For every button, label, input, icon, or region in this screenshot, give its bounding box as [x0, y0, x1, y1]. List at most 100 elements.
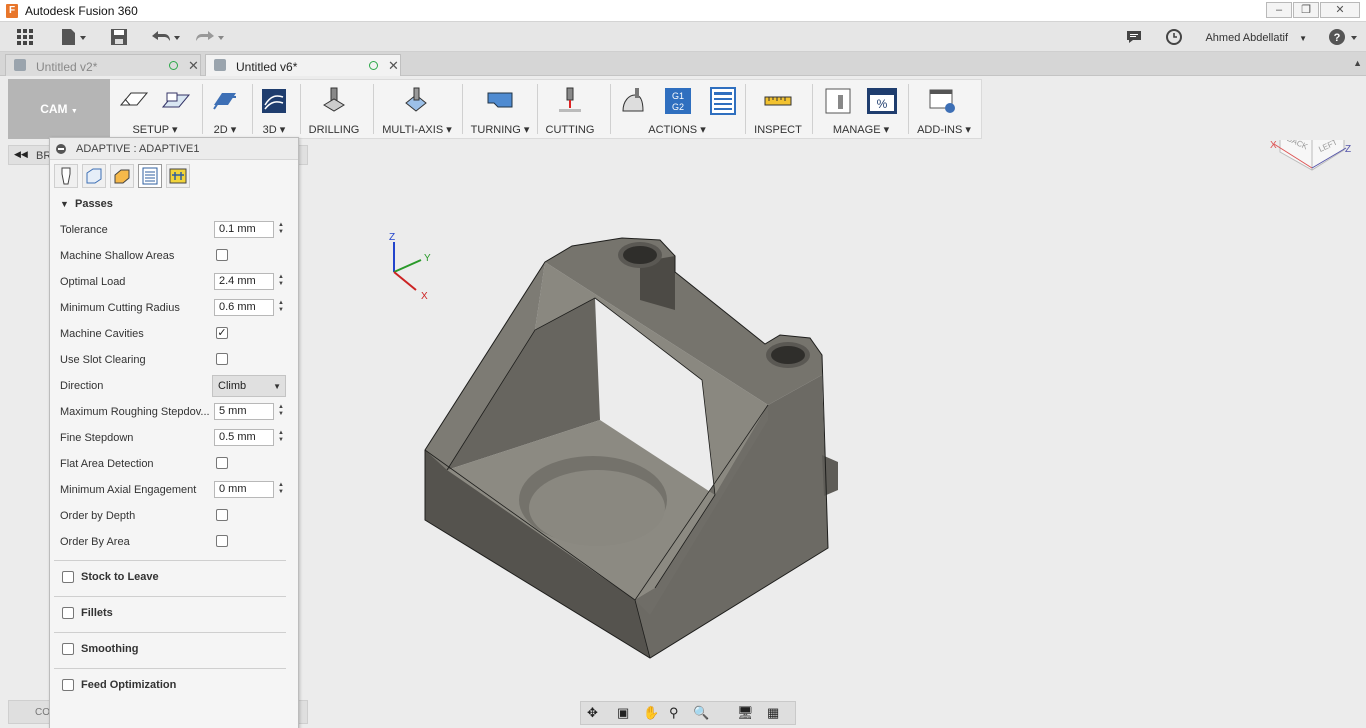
help-icon[interactable]: ?: [1328, 28, 1362, 46]
max-roughing-stepdown-label: Maximum Roughing Stepdov...: [60, 406, 210, 418]
group-stock-to-leave[interactable]: Stock to Leave: [54, 560, 286, 592]
restore-button[interactable]: ❐: [1293, 2, 1319, 18]
machine-shallow-checkbox[interactable]: [216, 249, 228, 261]
notifications-icon[interactable]: [1125, 28, 1143, 46]
feed-optimization-checkbox[interactable]: [62, 679, 74, 691]
min-cutting-radius-stepper[interactable]: ▲ ▼: [277, 300, 285, 315]
tab-overflow-icon[interactable]: ▲: [1353, 58, 1362, 68]
graphics-canvas[interactable]: Z Y X BACK LEFT X Z: [308, 140, 1366, 700]
group-label: Feed Optimization: [81, 679, 177, 691]
direction-select[interactable]: Climb ▼: [212, 375, 286, 397]
close-tab-icon[interactable]: ✕: [188, 58, 199, 74]
group-smoothing[interactable]: Smoothing: [54, 632, 286, 664]
stock-to-leave-checkbox[interactable]: [62, 571, 74, 583]
dialog-header[interactable]: ADAPTIVE : ADAPTIVE1: [50, 138, 298, 160]
ribbon-group-add-ins[interactable]: ADD-INS ▾: [914, 84, 974, 136]
tab-linking[interactable]: [166, 164, 190, 188]
file-menu-icon[interactable]: [59, 28, 89, 46]
tolerance-stepper[interactable]: ▲ ▼: [277, 222, 285, 237]
ribbon-group-3d[interactable]: 3D ▾: [254, 84, 294, 136]
minimize-button[interactable]: –: [1266, 2, 1292, 18]
data-panel-grid-icon[interactable]: [15, 28, 35, 46]
ribbon-group-manage[interactable]: % MANAGE ▾: [820, 84, 902, 136]
fine-stepdown-stepper[interactable]: ▲ ▼: [277, 430, 285, 445]
svg-text:G2: G2: [672, 102, 684, 112]
app-title: Autodesk Fusion 360: [25, 4, 138, 18]
workspace-switcher-button[interactable]: CAM ▼: [8, 79, 110, 139]
pan-hand-icon[interactable]: ✋: [643, 705, 659, 721]
zoom-icon[interactable]: ⚲: [669, 705, 679, 721]
order-by-depth-checkbox[interactable]: [216, 509, 228, 521]
optimal-load-input[interactable]: 2.4 mm: [214, 273, 274, 290]
passes-section-header[interactable]: ▼ Passes: [60, 198, 113, 210]
post-process-g1g2-icon: G1G2: [665, 88, 691, 114]
min-cutting-radius-input[interactable]: 0.6 mm: [214, 299, 274, 316]
ribbon-separator: [610, 84, 611, 134]
ribbon-group-actions[interactable]: G1 G2 ACTIONS ▾: [615, 84, 739, 136]
grid-settings-icon[interactable]: ▦: [767, 705, 779, 721]
fine-stepdown-input[interactable]: 0.5 mm: [214, 429, 274, 446]
job-status-clock-icon[interactable]: [1165, 28, 1183, 46]
display-settings-icon[interactable]: 🖥: [737, 705, 754, 721]
ribbon-group-label: DRILLING: [308, 124, 360, 136]
smoothing-checkbox[interactable]: [62, 643, 74, 655]
close-tab-icon[interactable]: ✕: [388, 58, 399, 74]
group-fillets[interactable]: Fillets: [54, 596, 286, 628]
close-window-button[interactable]: ✕: [1320, 2, 1360, 18]
linking-icon: [169, 168, 187, 184]
max-roughing-stepdown-input[interactable]: 5 mm: [214, 403, 274, 420]
ribbon-group-turning[interactable]: TURNING ▾: [470, 84, 530, 136]
min-axial-engagement-label: Minimum Axial Engagement: [60, 484, 197, 496]
ribbon-separator: [745, 84, 746, 134]
flat-area-detection-checkbox[interactable]: [216, 457, 228, 469]
look-at-icon[interactable]: ▣: [617, 705, 629, 721]
order-by-area-checkbox[interactable]: [216, 535, 228, 547]
view-cube[interactable]: BACK LEFT X Z: [1270, 140, 1351, 171]
ribbon-group-cutting[interactable]: CUTTING: [542, 84, 598, 136]
optimal-load-stepper[interactable]: ▲ ▼: [277, 274, 285, 289]
row-fine-stepdown: Fine Stepdown 0.5 mm ▲ ▼: [60, 429, 286, 447]
ribbon-group-setup[interactable]: SETUP ▾: [115, 84, 195, 136]
fillets-checkbox[interactable]: [62, 607, 74, 619]
ribbon-group-2d[interactable]: 2D ▾: [205, 84, 245, 136]
ribbon-separator: [202, 84, 203, 134]
ribbon-group-label: MANAGE ▾: [832, 124, 890, 136]
min-axial-engagement-stepper[interactable]: ▲ ▼: [277, 482, 285, 497]
redo-icon[interactable]: [194, 28, 226, 46]
undo-icon[interactable]: [150, 28, 182, 46]
orbit-icon[interactable]: ✥: [587, 705, 598, 721]
ribbon-group-label: ACTIONS ▾: [648, 124, 706, 136]
operation-dialog: ADAPTIVE : ADAPTIVE1 ▼ Passes Tolerance …: [49, 137, 299, 728]
order-by-area-label: Order By Area: [60, 536, 130, 548]
part-model[interactable]: [424, 237, 838, 659]
max-roughing-stepdown-stepper[interactable]: ▲ ▼: [277, 404, 285, 419]
use-slot-clearing-checkbox[interactable]: [216, 353, 228, 365]
ribbon-group-inspect[interactable]: INSPECT: [750, 84, 806, 136]
svg-text:G1: G1: [672, 91, 684, 101]
tab-untitled-v6[interactable]: Untitled v6* ✕: [205, 54, 401, 76]
group-feed-optimization[interactable]: Feed Optimization: [54, 668, 286, 700]
ribbon-group-multi-axis[interactable]: MULTI-AXIS ▾: [380, 84, 454, 136]
user-account-menu[interactable]: Ahmed Abdellatif ▼: [1205, 32, 1307, 44]
tab-heights[interactable]: [110, 164, 134, 188]
collapse-dialog-icon[interactable]: [56, 144, 66, 154]
fit-zoom-icon[interactable]: 🔍: [693, 705, 709, 721]
tab-tool[interactable]: [54, 164, 78, 188]
tab-untitled-v2[interactable]: Untitled v2* ✕: [5, 54, 201, 76]
tool-icon: [61, 167, 71, 185]
order-by-depth-label: Order by Depth: [60, 510, 136, 522]
machine-cavities-checkbox[interactable]: ✓: [216, 327, 228, 339]
simulate-icon: [622, 88, 644, 112]
chevron-down-icon: ▼: [273, 382, 281, 391]
tab-passes[interactable]: [138, 164, 162, 188]
tolerance-input[interactable]: 0.1 mm: [214, 221, 274, 238]
tab-geometry[interactable]: [82, 164, 106, 188]
save-icon[interactable]: [109, 28, 129, 46]
svg-text:?: ?: [1334, 32, 1341, 44]
tolerance-label: Tolerance: [60, 224, 108, 236]
collapse-browser-icon[interactable]: ◀◀: [14, 149, 28, 160]
min-axial-engagement-input[interactable]: 0 mm: [214, 481, 274, 498]
row-min-cutting-radius: Minimum Cutting Radius 0.6 mm ▲ ▼: [60, 299, 286, 317]
viewcube-z-label: Z: [1345, 144, 1351, 155]
ribbon-group-drilling[interactable]: DRILLING: [305, 84, 363, 136]
